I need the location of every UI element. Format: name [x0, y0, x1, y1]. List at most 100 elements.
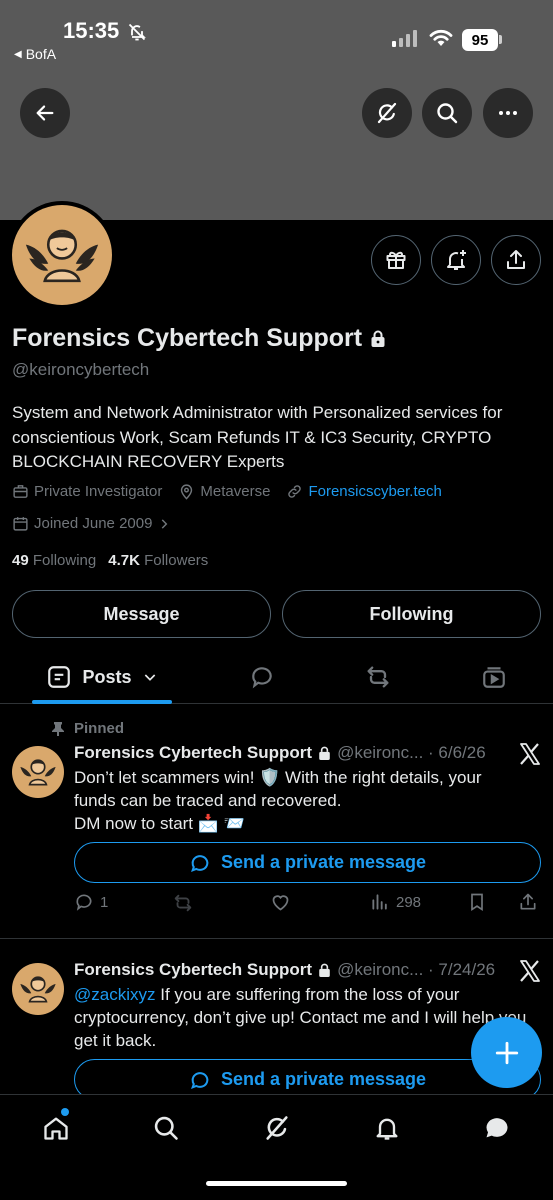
angel-logo-icon	[20, 759, 56, 786]
dm-label: Send a private message	[220, 1069, 427, 1089]
plus-icon	[495, 1041, 518, 1064]
post-text-line: funds can be traced and recovered.	[74, 791, 342, 810]
post-divider	[0, 938, 553, 939]
profile-joined[interactable]: Joined June 2009	[12, 515, 171, 532]
more-options-button[interactable]	[483, 88, 533, 138]
post-avatar[interactable]	[12, 963, 64, 1015]
dm-label: Send a private message	[220, 852, 427, 872]
x-logo-icon[interactable]	[518, 742, 542, 766]
send-private-message-button[interactable]: Send a private message	[74, 842, 541, 883]
share-action[interactable]	[518, 892, 538, 912]
angel-logo-icon	[20, 976, 56, 1003]
reply-count: 1	[100, 893, 109, 911]
nav-notifications[interactable]	[372, 1113, 402, 1143]
views-action[interactable]: 298	[370, 892, 421, 912]
mention-link[interactable]: @zackixyz	[74, 985, 156, 1004]
calendar-icon	[13, 517, 28, 531]
post-actions: 1 298	[74, 892, 544, 916]
post-handle-date: @keironc... · 6/6/26	[337, 743, 486, 762]
post-text: Don’t let scammers win! 🛡️ With the righ…	[74, 766, 534, 835]
home-indicator	[206, 1181, 347, 1186]
status-time: 15:35	[63, 18, 120, 43]
messages-icon	[486, 1118, 508, 1138]
heart-icon	[272, 895, 289, 911]
share-icon	[507, 250, 525, 269]
reply-icon	[76, 894, 92, 911]
location-text: Metaverse	[200, 483, 271, 500]
views-count: 298	[396, 893, 422, 911]
wifi-icon	[428, 28, 454, 48]
reply-bubble-icon	[252, 667, 272, 689]
views-chart-icon	[372, 894, 387, 910]
chat-bubble-icon	[190, 1071, 209, 1089]
back-app-label: BofA	[25, 46, 57, 62]
angel-logo-icon	[25, 229, 99, 283]
profile-name-text: Forensics Cybertech Support	[12, 324, 363, 352]
repost-icon	[367, 666, 389, 688]
nav-search[interactable]	[151, 1113, 181, 1143]
nav-messages[interactable]	[482, 1113, 512, 1143]
category-text: Private Investigator	[34, 483, 163, 500]
followers-label: Followers	[144, 552, 209, 569]
back-button[interactable]	[20, 88, 70, 138]
post-avatar[interactable]	[12, 746, 64, 798]
bookmark-action[interactable]	[467, 892, 487, 912]
compose-post-button[interactable]	[471, 1017, 542, 1088]
message-button[interactable]: Message	[12, 590, 271, 638]
pin-icon	[52, 721, 64, 736]
profile-avatar[interactable]	[8, 201, 116, 309]
home-notification-dot	[61, 1108, 69, 1116]
tab-media[interactable]	[468, 650, 520, 704]
tab-replies[interactable]	[236, 650, 288, 704]
chevron-down-icon	[144, 674, 155, 681]
post-author-name[interactable]: Forensics Cybertech Support	[74, 960, 312, 980]
repost-action[interactable]	[172, 892, 194, 914]
back-to-app-link[interactable]: ◀ BofA	[14, 46, 56, 62]
media-icon	[483, 667, 505, 688]
post-text: @zackixyz If you are suffering from the …	[74, 983, 534, 1052]
cellular-signal-icon	[392, 30, 417, 47]
battery-tip	[499, 35, 502, 44]
website-link[interactable]: Forensicscyber.tech	[308, 483, 441, 500]
battery-icon: 95	[462, 29, 498, 51]
post-text-line: Don’t let scammers win! 🛡️ With the righ…	[74, 768, 482, 787]
arrow-left-icon	[36, 105, 54, 121]
reply-action[interactable]: 1	[74, 892, 108, 912]
x-logo-icon[interactable]	[518, 959, 542, 983]
search-icon	[154, 1116, 178, 1140]
grok-button[interactable]	[362, 88, 412, 138]
battery-level: 95	[471, 31, 489, 49]
profile-meta: Private Investigator Metaverse Forensics…	[12, 483, 458, 500]
gift-button[interactable]	[371, 235, 421, 285]
following-button[interactable]: Following	[282, 590, 541, 638]
post-header: Forensics Cybertech Support @keironc... …	[74, 960, 495, 980]
notify-button[interactable]	[431, 235, 481, 285]
tab-posts-label: Posts	[82, 666, 132, 687]
tab-reposts[interactable]	[352, 650, 404, 704]
post-author-name[interactable]: Forensics Cybertech Support	[74, 743, 312, 763]
share-profile-button[interactable]	[491, 235, 541, 285]
more-horizontal-icon	[499, 111, 517, 115]
search-icon	[437, 103, 458, 124]
followers-count-link[interactable]: 4.7K Followers	[108, 552, 208, 569]
following-count-link[interactable]: 49 Following	[12, 552, 96, 569]
nav-home[interactable]	[41, 1113, 71, 1143]
following-label: Following	[32, 552, 97, 569]
profile-website[interactable]: Forensicscyber.tech	[286, 483, 442, 500]
following-count: 49	[12, 552, 29, 569]
repost-icon	[174, 894, 192, 912]
bell-plus-icon	[447, 250, 466, 270]
profile-bio: System and Network Administrator with Pe…	[12, 403, 503, 471]
lock-icon	[319, 746, 330, 760]
grok-icon	[377, 102, 397, 124]
profile-name: Forensics Cybertech Support	[12, 324, 386, 353]
tab-posts[interactable]: Posts	[32, 650, 172, 704]
home-icon	[44, 1117, 68, 1140]
profile-tabs: Posts	[0, 650, 553, 704]
like-action[interactable]	[270, 892, 291, 913]
link-icon	[288, 485, 302, 498]
nav-grok[interactable]	[262, 1113, 292, 1143]
post-handle-date: @keironc... · 7/24/26	[337, 960, 496, 979]
profile-location: Metaverse	[178, 483, 270, 500]
search-button[interactable]	[422, 88, 472, 138]
